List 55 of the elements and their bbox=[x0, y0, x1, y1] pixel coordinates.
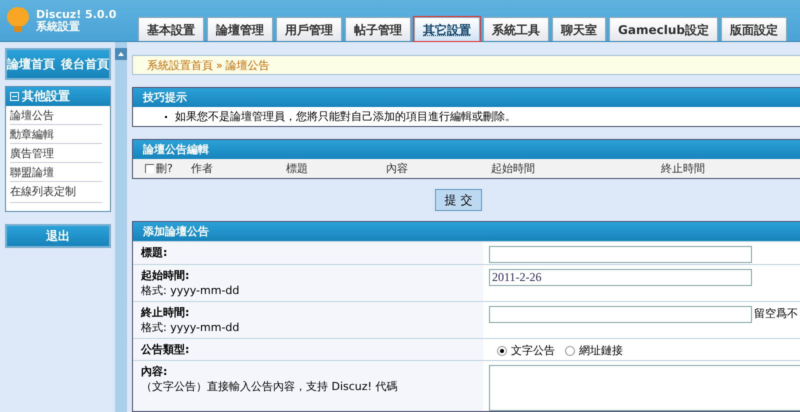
panel-header: 論壇公告編輯 bbox=[133, 140, 800, 159]
text-input[interactable]: 2011-2-26 bbox=[489, 269, 752, 286]
lightbulb-icon bbox=[6, 6, 30, 34]
field-label: 公告類型: bbox=[141, 342, 190, 357]
nav-tab[interactable]: 基本設置 bbox=[138, 17, 204, 41]
breadcrumb-link[interactable]: 系統設置首頁 bbox=[147, 58, 213, 72]
text-input[interactable] bbox=[489, 306, 752, 323]
product-name: Discuz! 5.0.0 bbox=[36, 9, 116, 21]
nav-tab[interactable]: 版面設定 bbox=[720, 17, 787, 41]
field-label: 內容: bbox=[141, 364, 168, 379]
radio-button[interactable] bbox=[497, 346, 507, 356]
header-subtitle: 系統設置 bbox=[36, 21, 81, 33]
field-hint: 格式: yyyy-mm-dd bbox=[141, 321, 240, 334]
breadcrumb-separator: » bbox=[216, 58, 223, 72]
sidebar-item[interactable]: 廣告管理 bbox=[10, 144, 102, 163]
field-note: 留空爲不 bbox=[754, 306, 798, 321]
column-header: 起始時間 bbox=[491, 161, 536, 176]
breadcrumb-link[interactable]: 論壇公告 bbox=[226, 58, 270, 72]
panel-header: 技巧提示 bbox=[133, 88, 800, 107]
sidebar-item[interactable]: 論壇公告 bbox=[10, 106, 102, 125]
radio-label: 文字公告 bbox=[511, 343, 555, 358]
column-header: 終止時間 bbox=[661, 161, 706, 176]
column-header: 作者 bbox=[191, 161, 214, 176]
radio-button[interactable] bbox=[565, 346, 575, 356]
nav-tab[interactable]: 用戶管理 bbox=[276, 17, 342, 41]
content-textarea[interactable] bbox=[489, 365, 800, 411]
up-arrow-icon bbox=[118, 52, 124, 56]
nav-tab[interactable]: 系統工具 bbox=[483, 17, 549, 41]
sidebar-item[interactable]: 聯盟論壇 bbox=[10, 163, 102, 182]
radio-option[interactable]: 文字公告 bbox=[489, 343, 555, 358]
submit-button[interactable]: 提 交 bbox=[435, 189, 482, 211]
delete-checkbox[interactable] bbox=[145, 164, 154, 173]
sidebar-item[interactable]: 勳章編輯 bbox=[10, 125, 102, 144]
nav-tab[interactable]: 其它設置 bbox=[414, 17, 480, 41]
section-title: 其他設置 bbox=[22, 88, 70, 105]
scroll-up-button[interactable] bbox=[115, 48, 127, 60]
sidebar-item[interactable]: 在線列表定制 bbox=[10, 182, 102, 203]
field-hint: 格式: yyyy-mm-dd bbox=[141, 284, 240, 297]
nav-tab[interactable]: 聊天室 bbox=[552, 17, 606, 41]
nav-tab[interactable]: 論壇管理 bbox=[207, 17, 273, 41]
panel-header: 添加論壇公告 bbox=[133, 222, 800, 241]
nav-tab[interactable]: Gameclub設定 bbox=[609, 17, 718, 41]
collapse-icon[interactable] bbox=[10, 92, 19, 101]
field-label: 終止時間: bbox=[141, 305, 190, 320]
column-header: 內容 bbox=[386, 161, 409, 176]
field-label: 起始時間: bbox=[141, 268, 190, 283]
field-label: 標題: bbox=[141, 245, 168, 260]
radio-label: 網址鏈接 bbox=[579, 343, 623, 358]
tip-text: 如果您不是論壇管理員，您將只能對自己添加的項目進行編輯或刪除。 bbox=[175, 109, 516, 124]
column-header: 標題 bbox=[286, 161, 309, 176]
column-header: 刪? bbox=[156, 161, 174, 176]
field-hint: （文字公告）直接輸入公告內容，支持 Discuz! 代碼 bbox=[141, 380, 398, 393]
radio-option[interactable]: 網址鏈接 bbox=[557, 343, 623, 358]
nav-tab[interactable]: 帖子管理 bbox=[345, 17, 411, 41]
text-input[interactable] bbox=[489, 246, 752, 263]
